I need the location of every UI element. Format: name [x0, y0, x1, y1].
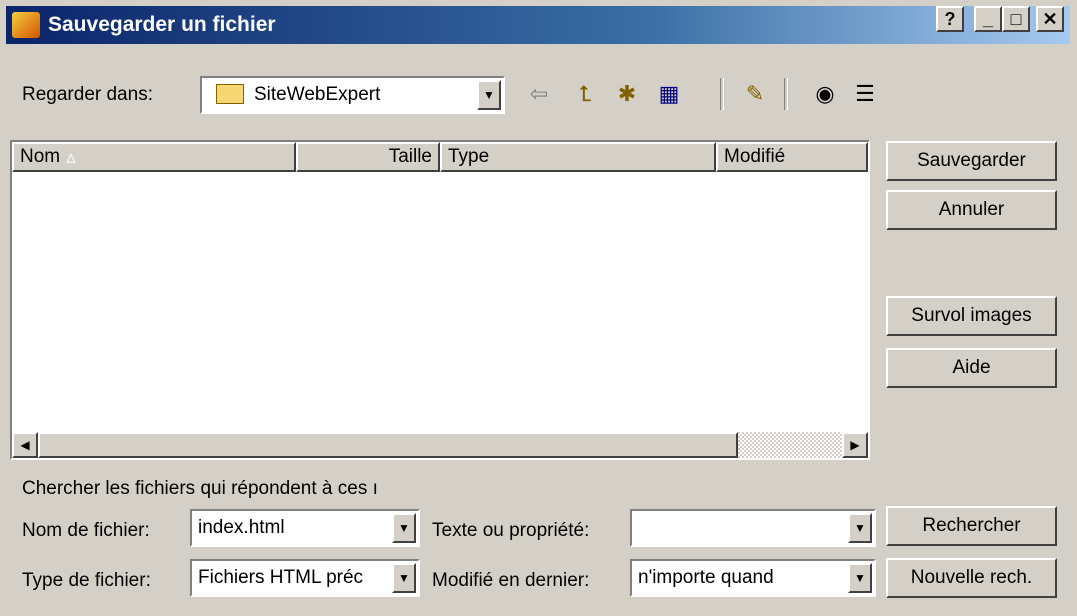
column-header-size[interactable]: Taille: [296, 142, 440, 172]
help-button[interactable]: Aide: [886, 348, 1057, 388]
help-label: Aide: [952, 357, 991, 378]
window-title: Sauvegarder un fichier: [48, 13, 276, 36]
back-icon[interactable]: ⇦: [524, 80, 554, 108]
filename-value: index.html: [198, 517, 285, 538]
details-icon[interactable]: ☰: [850, 80, 880, 108]
horizontal-scrollbar[interactable]: ◀ ▶: [12, 432, 868, 458]
folder-icon: [216, 84, 244, 104]
preview-icon[interactable]: ◉: [810, 80, 840, 108]
app-icon: [12, 12, 40, 38]
cancel-label: Annuler: [938, 199, 1005, 220]
text-property-field[interactable]: ▼: [630, 509, 876, 547]
chevron-right-icon: ▶: [850, 438, 860, 452]
filetype-value: Fichiers HTML préc: [198, 567, 364, 588]
minimize-button[interactable]: _: [974, 6, 1002, 32]
save-button[interactable]: Sauvegarder: [886, 141, 1057, 181]
sort-ascending-icon: ▵: [66, 146, 76, 168]
modified-value: n'importe quand: [638, 567, 774, 588]
column-header-modified[interactable]: Modifié: [716, 142, 868, 172]
help-title-button[interactable]: ?: [936, 6, 964, 32]
new-search-label: Nouvelle rech.: [910, 567, 1033, 588]
preview-label: Survol images: [911, 305, 1032, 326]
view-menu-icon[interactable]: ▦: [654, 80, 684, 108]
file-list[interactable]: Nom ▵ Taille Type Modifié ◀ ▶: [10, 140, 870, 460]
column-label-modified: Modifié: [724, 146, 786, 167]
column-header-type[interactable]: Type: [440, 142, 716, 172]
preview-button[interactable]: Survol images: [886, 296, 1057, 336]
cancel-button[interactable]: Annuler: [886, 190, 1057, 230]
title-bar: Sauvegarder un fichier: [6, 6, 1070, 44]
scroll-right-button[interactable]: ▶: [842, 432, 868, 458]
chevron-left-icon: ◀: [20, 438, 30, 452]
modified-label: Modifié en dernier:: [432, 570, 590, 591]
lookin-value: SiteWebExpert: [254, 84, 381, 105]
scrollbar-thumb[interactable]: [38, 432, 738, 458]
lookin-dropdown[interactable]: SiteWebExpert ▼: [200, 76, 505, 114]
chevron-down-icon[interactable]: ▼: [477, 80, 501, 110]
chevron-down-icon[interactable]: ▼: [392, 563, 416, 593]
maximize-icon: □: [1010, 8, 1022, 29]
search-label: Rechercher: [922, 515, 1021, 536]
chevron-down-icon[interactable]: ▼: [848, 513, 872, 543]
search-button[interactable]: Rechercher: [886, 506, 1057, 546]
filename-field[interactable]: index.html ▼: [190, 509, 420, 547]
filename-label: Nom de fichier:: [22, 520, 150, 541]
close-button[interactable]: ✕: [1036, 6, 1064, 32]
maximize-button[interactable]: □: [1002, 6, 1030, 32]
search-caption: Chercher les fichiers qui répondent à ce…: [22, 478, 378, 499]
column-label-type: Type: [448, 146, 490, 167]
chevron-down-icon[interactable]: ▼: [392, 513, 416, 543]
modified-field[interactable]: n'importe quand ▼: [630, 559, 876, 597]
lookin-label: Regarder dans:: [22, 84, 153, 105]
help-icon: ?: [944, 8, 956, 29]
save-label: Sauvegarder: [917, 150, 1026, 171]
column-header-name[interactable]: Nom ▵: [12, 142, 296, 172]
minimize-icon: _: [982, 8, 993, 29]
new-search-button[interactable]: Nouvelle rech.: [886, 558, 1057, 598]
up-folder-icon[interactable]: ⮤: [570, 80, 600, 108]
filetype-field[interactable]: Fichiers HTML préc ▼: [190, 559, 420, 597]
filetype-label: Type de fichier:: [22, 570, 151, 591]
close-icon: ✕: [1042, 8, 1058, 29]
chevron-down-icon[interactable]: ▼: [848, 563, 872, 593]
column-label-name: Nom: [20, 146, 61, 167]
column-label-size: Taille: [388, 146, 432, 167]
new-folder-icon[interactable]: ✱: [612, 80, 642, 108]
properties-icon[interactable]: ✎: [740, 80, 770, 108]
text-property-label: Texte ou propriété:: [432, 520, 590, 541]
scroll-left-button[interactable]: ◀: [12, 432, 38, 458]
